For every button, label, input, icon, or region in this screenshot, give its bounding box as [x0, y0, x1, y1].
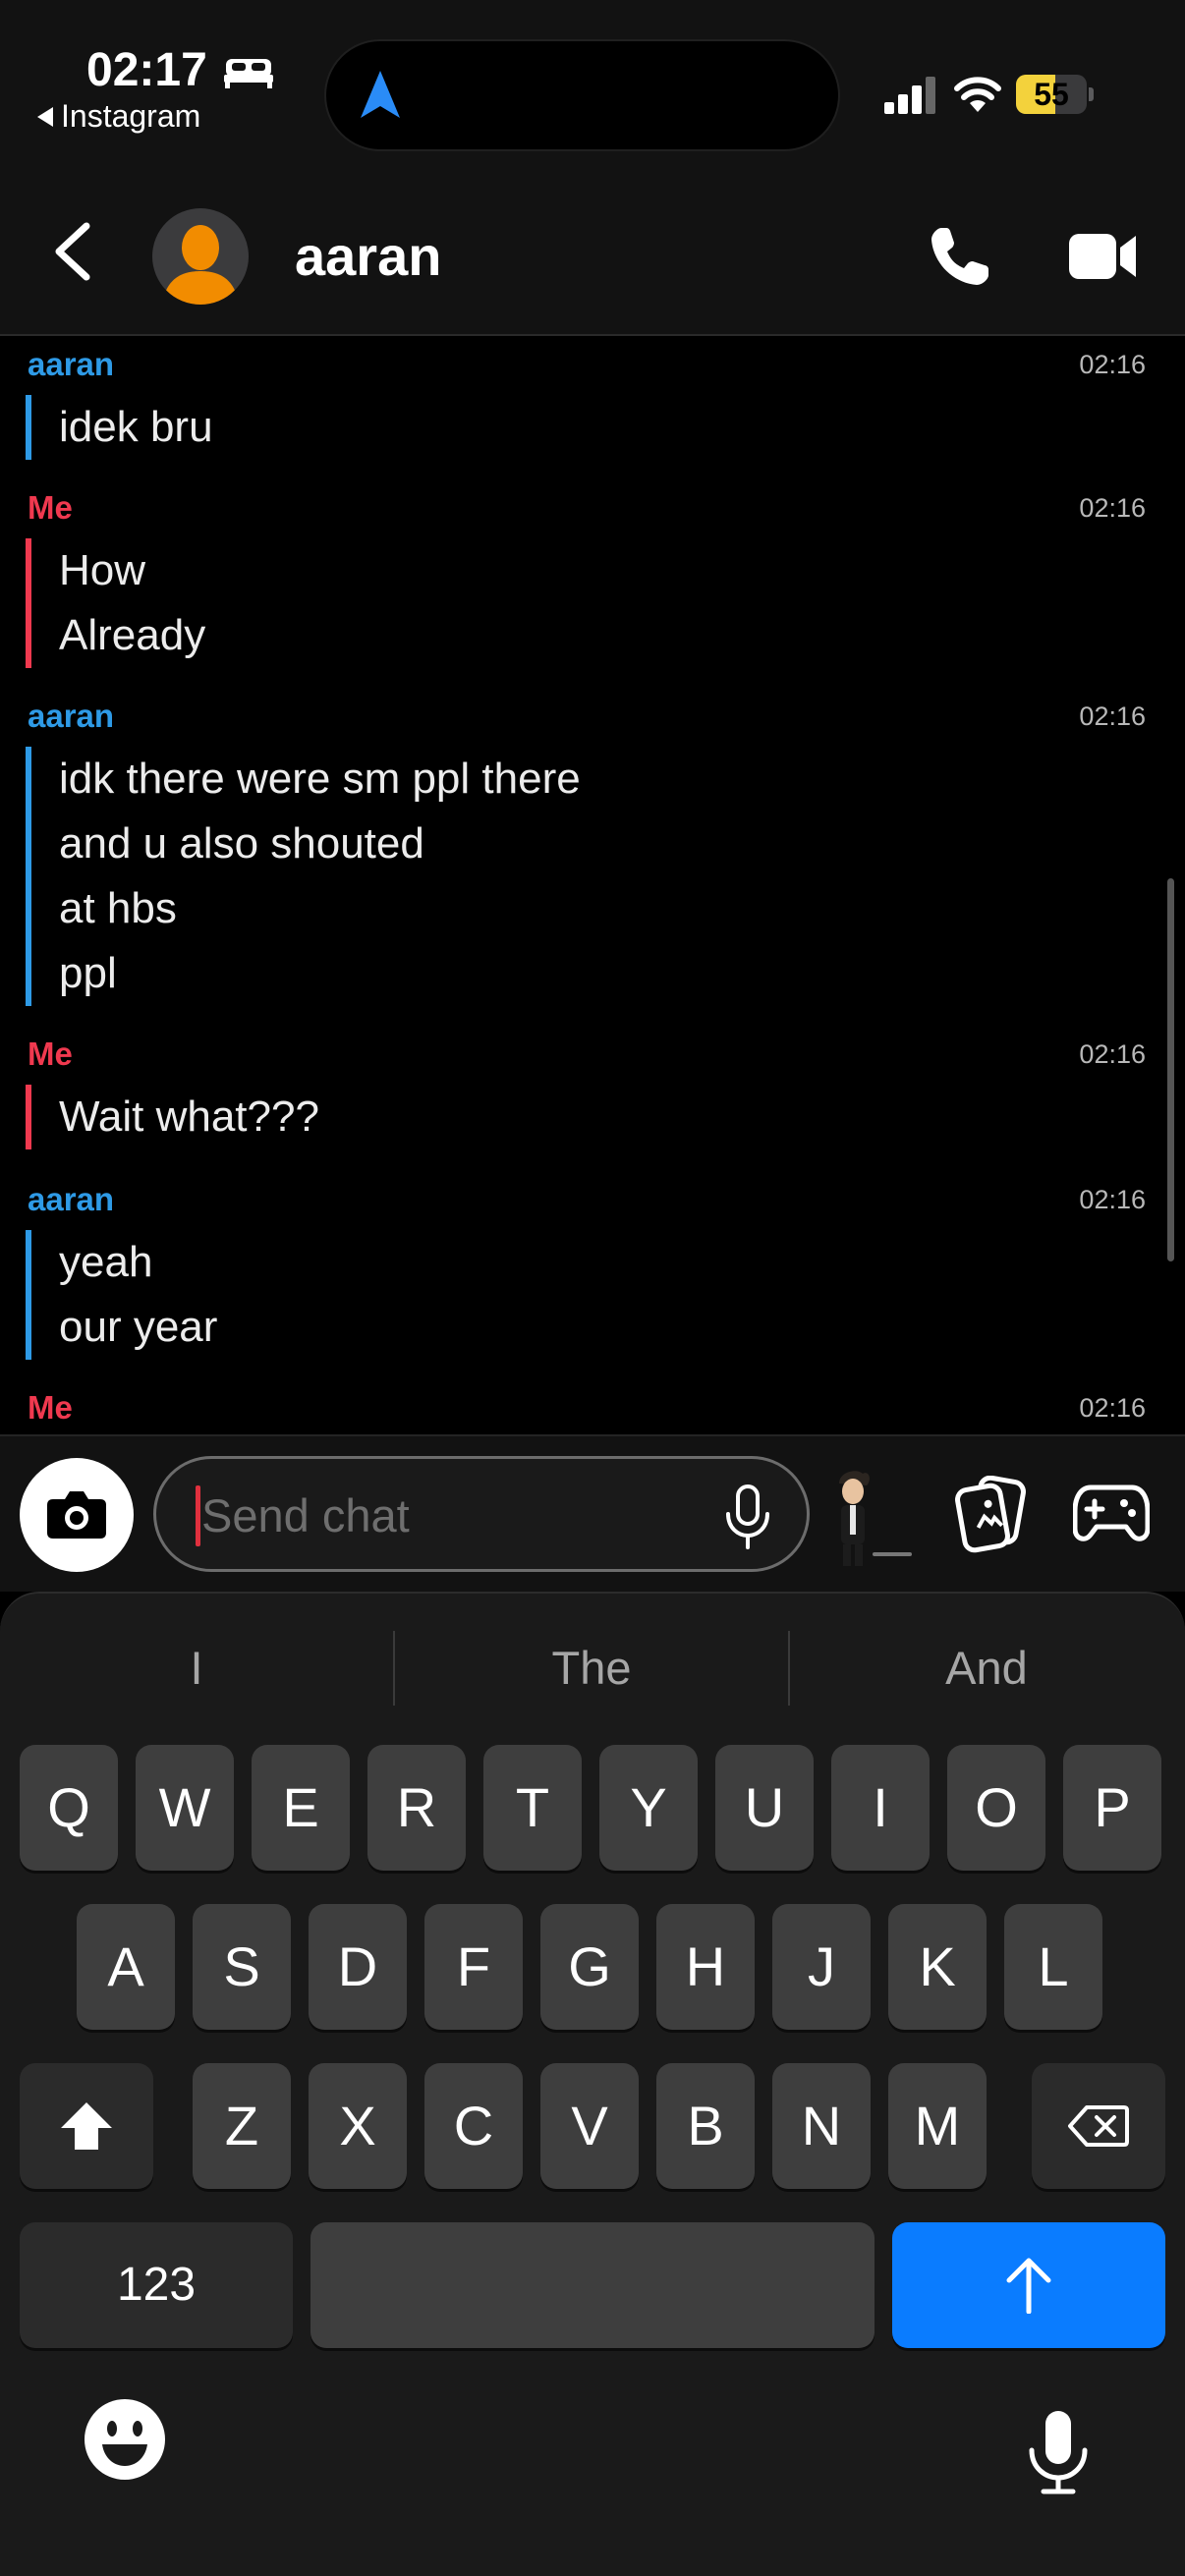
key-j[interactable]: J	[772, 1904, 871, 2030]
delete-key[interactable]	[1032, 2063, 1165, 2189]
key-s[interactable]: S	[193, 1904, 291, 2030]
message-text: ppl	[59, 949, 117, 997]
key-b[interactable]: B	[656, 2063, 755, 2189]
key-h[interactable]: H	[656, 1904, 755, 2030]
message-sender: aaran	[28, 1181, 115, 1217]
suggestion-3[interactable]: And	[790, 1633, 1183, 1704]
message-body[interactable]: Wait what???	[26, 1085, 319, 1149]
video-camera-icon[interactable]	[1069, 230, 1138, 283]
cards-icon[interactable]	[955, 1476, 1028, 1554]
key-c[interactable]: C	[424, 2063, 523, 2189]
bitmoji-icon[interactable]	[821, 1466, 920, 1568]
composer-bar: Send chat	[0, 1434, 1185, 1592]
key-w[interactable]: W	[136, 1745, 234, 1871]
message-text: How	[59, 546, 146, 594]
key-g[interactable]: G	[540, 1904, 639, 2030]
camera-icon	[47, 1491, 106, 1539]
key-l[interactable]: L	[1004, 1904, 1102, 2030]
message-text: our year	[59, 1303, 218, 1351]
message-sender: aaran	[28, 346, 115, 382]
message-timestamp: 02:16	[1079, 1185, 1146, 1214]
message-sender: Me	[28, 1389, 73, 1426]
key-u[interactable]: U	[715, 1745, 814, 1871]
delete-icon	[1068, 2105, 1129, 2147]
wifi-icon	[954, 77, 1001, 112]
microphone-icon[interactable]	[720, 1484, 775, 1551]
battery-charging-icon: 55	[1016, 75, 1095, 114]
back-app-label: Instagram	[61, 98, 201, 134]
suggestion-2[interactable]: The	[395, 1633, 788, 1704]
send-key[interactable]	[892, 2222, 1165, 2348]
key-n[interactable]: N	[772, 2063, 871, 2189]
bed-icon	[224, 59, 273, 88]
shift-icon	[61, 2102, 112, 2150]
suggestion-1[interactable]: I	[0, 1633, 393, 1704]
phone-icon[interactable]	[928, 224, 992, 289]
camera-button[interactable]	[20, 1458, 134, 1572]
chat-header: aaran	[0, 157, 1185, 336]
message-body[interactable]: How Already	[26, 538, 205, 668]
dictation-icon[interactable]	[1026, 2409, 1091, 2495]
key-i[interactable]: I	[831, 1745, 930, 1871]
message-timestamp: 02:16	[1079, 701, 1146, 731]
key-t[interactable]: T	[483, 1745, 582, 1871]
key-r[interactable]: R	[367, 1745, 466, 1871]
send-chat-input[interactable]: Send chat	[153, 1456, 810, 1572]
signal-icon	[884, 77, 935, 114]
location-arrow-icon	[361, 71, 400, 118]
numbers-key[interactable]: 123	[20, 2222, 293, 2348]
key-z[interactable]: Z	[193, 2063, 291, 2189]
key-v[interactable]: V	[540, 2063, 639, 2189]
message-text: yeah	[59, 1238, 153, 1286]
send-arrow-icon	[1006, 2258, 1051, 2314]
key-f[interactable]: F	[424, 1904, 523, 2030]
key-y[interactable]: Y	[599, 1745, 698, 1871]
emoji-icon[interactable]	[83, 2397, 167, 2482]
send-chat-placeholder: Send chat	[201, 1489, 410, 1541]
message-text: Already	[59, 611, 206, 659]
back-to-app-link[interactable]: Instagram	[37, 98, 200, 135]
message-timestamp: 02:16	[1079, 493, 1146, 523]
scrollbar[interactable]	[1167, 878, 1174, 1261]
message-text: at hbs	[59, 884, 177, 932]
contact-name[interactable]: aaran	[295, 224, 441, 288]
status-bar: 02:17 Instagram 55	[0, 0, 1185, 157]
key-p[interactable]: P	[1063, 1745, 1161, 1871]
avatar[interactable]	[152, 208, 249, 305]
space-key[interactable]	[310, 2222, 875, 2348]
message-body[interactable]: idek bru	[26, 395, 213, 460]
key-x[interactable]: X	[309, 2063, 407, 2189]
key-a[interactable]: A	[77, 1904, 175, 2030]
back-triangle-icon	[37, 106, 53, 127]
message-body[interactable]: idk there were sm ppl there and u also s…	[26, 747, 581, 1006]
message-timestamp: 02:16	[1079, 1039, 1146, 1069]
message-timestamp: 02:16	[1079, 350, 1146, 379]
avatar-silhouette-icon	[162, 225, 239, 305]
message-list[interactable]: aaran 02:16 idek bru Me 02:16 How Alread…	[0, 338, 1185, 1434]
message-timestamp: 02:16	[1079, 1393, 1146, 1423]
key-k[interactable]: K	[888, 1904, 987, 2030]
message-sender: Me	[28, 1036, 73, 1072]
back-chevron-icon[interactable]	[49, 222, 100, 281]
message-text: idek bru	[59, 403, 213, 451]
key-m[interactable]: M	[888, 2063, 987, 2189]
message-sender: Me	[28, 489, 73, 526]
key-d[interactable]: D	[309, 1904, 407, 2030]
message-text: and u also shouted	[59, 819, 424, 868]
key-q[interactable]: Q	[20, 1745, 118, 1871]
message-sender: aaran	[28, 698, 115, 734]
game-controller-icon[interactable]	[1073, 1480, 1150, 1544]
key-o[interactable]: O	[947, 1745, 1045, 1871]
battery-percent: 55	[1034, 77, 1069, 112]
text-caret	[196, 1485, 200, 1546]
keyboard: I The And Q W E R T Y U I O P A S D F G …	[0, 1592, 1185, 2576]
shift-key[interactable]	[20, 2063, 153, 2189]
message-text: Wait what???	[59, 1092, 319, 1141]
message-text: idk there were sm ppl there	[59, 755, 581, 803]
key-e[interactable]: E	[252, 1745, 350, 1871]
status-time: 02:17	[86, 44, 207, 96]
message-body[interactable]: yeah our year	[26, 1230, 217, 1360]
